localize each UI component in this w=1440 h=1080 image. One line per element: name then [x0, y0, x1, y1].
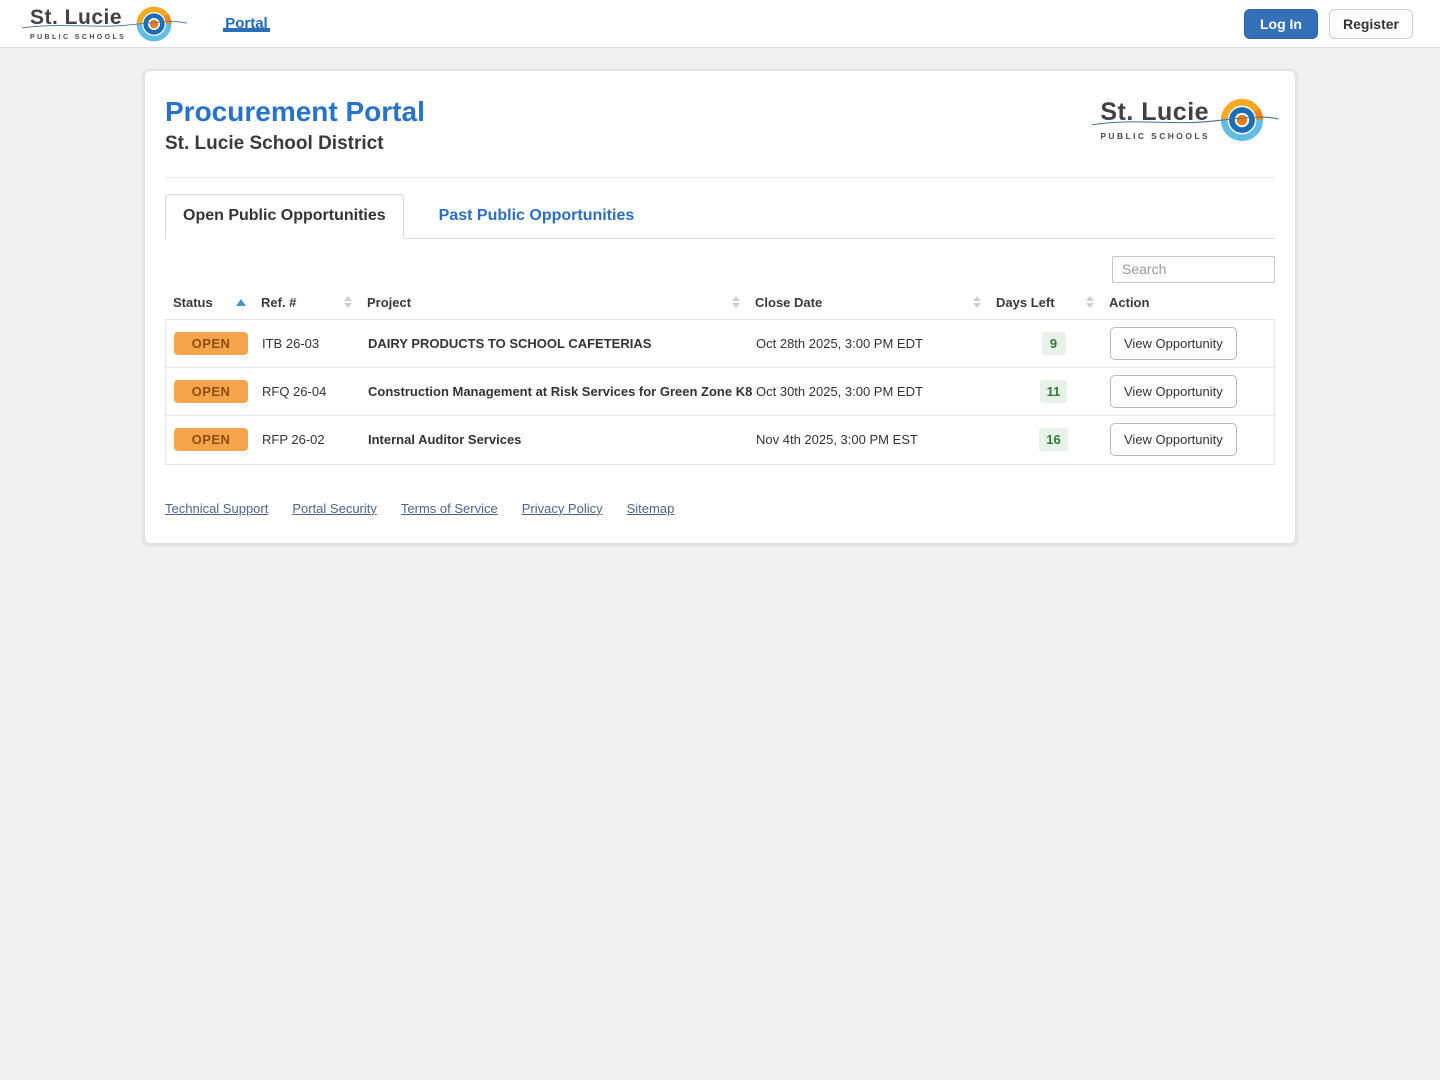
card-header: Procurement Portal St. Lucie School Dist…	[165, 95, 1279, 155]
tab-past-public-opportunities[interactable]: Past Public Opportunities	[422, 195, 652, 238]
footer-link-portal-security[interactable]: Portal Security	[292, 501, 377, 516]
days-left-badge: 16	[1039, 428, 1068, 452]
days-left-badge: 11	[1039, 379, 1068, 403]
column-header-status[interactable]: Status	[165, 295, 261, 310]
status-badge: OPEN	[174, 379, 248, 403]
column-header-days-left[interactable]: Days Left	[996, 295, 1109, 310]
sort-icon	[732, 296, 740, 309]
sort-icon	[973, 296, 981, 309]
brand-name: St. Lucie	[1100, 98, 1210, 127]
tab-open-public-opportunities[interactable]: Open Public Opportunities	[165, 193, 404, 239]
column-header-close-date[interactable]: Close Date	[755, 295, 996, 310]
project-name: Internal Auditor Services	[368, 432, 522, 448]
sun-icon	[1220, 98, 1264, 142]
status-badge: OPEN	[174, 428, 248, 452]
footer-link-sitemap[interactable]: Sitemap	[627, 501, 675, 516]
project-name: Construction Management at Risk Services…	[368, 383, 753, 399]
column-header-project[interactable]: Project	[367, 295, 755, 310]
ref-number: RFP 26-02	[262, 432, 325, 448]
footer-link-technical-support[interactable]: Technical Support	[165, 501, 268, 516]
days-left-badge: 9	[1041, 331, 1066, 355]
footer-link-terms-of-service[interactable]: Terms of Service	[401, 501, 498, 516]
top-navigation-bar: St. Lucie PUBLIC SCHOOLS Portal Log In R…	[0, 0, 1440, 48]
table-row: OPEN RFP 26-02 Internal Auditor Services…	[166, 415, 1274, 464]
status-badge: OPEN	[174, 331, 248, 355]
card-brand-logo: St. Lucie PUBLIC SCHOOLS	[1092, 97, 1279, 143]
search-row	[165, 255, 1275, 283]
brand-name: St. Lucie	[30, 6, 123, 30]
sun-icon	[136, 6, 172, 41]
column-header-ref[interactable]: Ref. #	[261, 295, 367, 310]
page-subtitle: St. Lucie School District	[165, 132, 384, 154]
view-opportunity-button[interactable]: View Opportunity	[1110, 374, 1237, 408]
nav-item-portal[interactable]: Portal	[223, 15, 270, 32]
page-title: Procurement Portal	[165, 96, 425, 127]
brand-tagline: PUBLIC SCHOOLS	[1100, 130, 1210, 141]
table-body: OPEN ITB 26-03 DAIRY PRODUCTS TO SCHOOL …	[165, 318, 1275, 465]
card-footer: Technical Support Portal Security Terms …	[165, 501, 1275, 524]
column-header-action: Action	[1109, 294, 1150, 310]
nav-item-portal-label: Portal	[225, 15, 268, 32]
ref-number: ITB 26-03	[262, 335, 320, 351]
ref-number: RFQ 26-04	[262, 383, 327, 399]
sort-icon	[344, 296, 352, 309]
procurement-portal-card: Procurement Portal St. Lucie School Dist…	[144, 70, 1296, 544]
header-divider	[165, 176, 1275, 178]
close-date: Oct 30th 2025, 3:00 PM EDT	[756, 383, 923, 399]
register-button[interactable]: Register	[1328, 8, 1413, 39]
close-date: Oct 28th 2025, 3:00 PM EDT	[756, 335, 923, 351]
brand-logo[interactable]: St. Lucie PUBLIC SCHOOLS	[22, 5, 188, 43]
brand-tagline: PUBLIC SCHOOLS	[30, 33, 127, 41]
view-opportunity-button[interactable]: View Opportunity	[1110, 423, 1237, 457]
footer-link-privacy-policy[interactable]: Privacy Policy	[522, 501, 603, 516]
opportunity-tabs: Open Public Opportunities Past Public Op…	[165, 193, 1275, 239]
sort-icon	[1086, 296, 1094, 309]
table-header: Status Ref. # Project Close Date Days Le…	[165, 295, 1275, 319]
table-row: OPEN ITB 26-03 DAIRY PRODUCTS TO SCHOOL …	[166, 319, 1274, 368]
login-button[interactable]: Log In	[1243, 8, 1318, 39]
search-input[interactable]	[1112, 255, 1275, 283]
project-name: DAIRY PRODUCTS TO SCHOOL CAFETERIAS	[368, 335, 652, 351]
sort-ascending-icon	[236, 298, 246, 306]
table-row: OPEN RFQ 26-04 Construction Management a…	[166, 367, 1274, 416]
view-opportunity-button[interactable]: View Opportunity	[1110, 326, 1237, 360]
close-date: Nov 4th 2025, 3:00 PM EST	[756, 432, 918, 448]
